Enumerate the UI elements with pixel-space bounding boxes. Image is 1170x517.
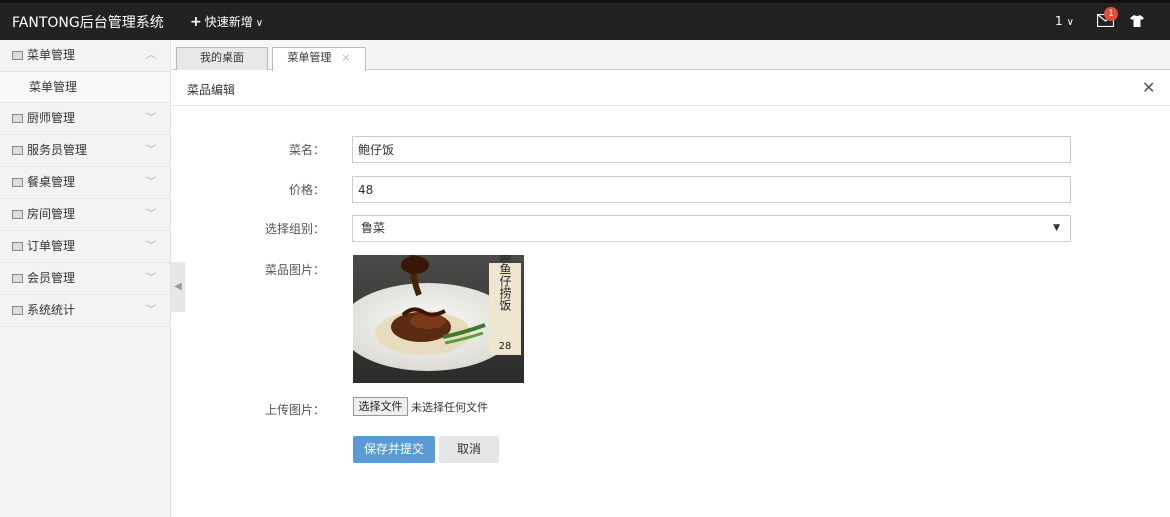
panel-header: 菜品编辑 ✕ <box>172 71 1170 106</box>
sidebar-item-chef[interactable]: 厨师管理 ﹀ <box>0 103 170 135</box>
dish-image: 鲍鱼仔捞饭 28 <box>353 255 524 383</box>
sidebar-item-label: 订单管理 <box>27 239 76 253</box>
sidebar-item-waiter[interactable]: 服务员管理 ﹀ <box>0 135 170 167</box>
chevron-down-icon: ∨ <box>1066 17 1074 28</box>
dish-name-input[interactable] <box>352 136 1071 163</box>
price-label: 价格： <box>288 183 325 197</box>
sidebar-collapse-handle[interactable]: ◀ <box>171 262 185 312</box>
chevron-down-icon: ∨ <box>255 18 264 29</box>
image-title-text: 鲍鱼仔捞饭 <box>498 255 512 312</box>
menu-icon <box>12 274 23 283</box>
dish-name-label: 菜名： <box>288 143 325 157</box>
chevron-down-icon: ﹀ <box>146 113 156 124</box>
choose-file-button[interactable]: 选择文件 <box>353 397 408 416</box>
sidebar-item-label: 系统统计 <box>27 303 76 317</box>
user-label: 1 <box>1055 14 1063 28</box>
top-navbar: FANTONG后台管理系统 + 快速新增 ∨ 1 ∨ 1 <box>0 0 1170 40</box>
dish-image-label: 菜品图片： <box>264 263 325 277</box>
sidebar-item-label: 服务员管理 <box>27 143 88 157</box>
shirt-icon[interactable] <box>1130 15 1144 27</box>
sidebar-item-label: 餐桌管理 <box>27 175 76 189</box>
close-icon[interactable]: × <box>341 51 350 64</box>
notification-badge: 1 <box>1104 7 1118 21</box>
sidebar-item-menu[interactable]: 菜单管理 ︿ <box>0 40 170 72</box>
chevron-up-icon: ︿ <box>146 50 156 61</box>
list-icon <box>12 146 23 155</box>
close-icon[interactable]: ✕ <box>1142 78 1155 97</box>
sidebar-item-order[interactable]: 订单管理 ﹀ <box>0 231 170 263</box>
chevron-down-icon: ﹀ <box>146 273 156 284</box>
sidebar-item-label: 厨师管理 <box>27 111 76 125</box>
chevron-down-icon: ﹀ <box>146 305 156 316</box>
group-label: 选择组别： <box>264 222 325 236</box>
file-status-text: 未选择任何文件 <box>411 401 488 414</box>
dropdown-arrow-icon: ▼ <box>1053 223 1060 233</box>
sidebar: 菜单管理 ︿ 菜单管理 厨师管理 ﹀ 服务员管理 ﹀ 餐桌管理 ﹀ 房间管理 ﹀ 订单管理… <box>0 40 171 517</box>
tab-menu-management[interactable]: 菜单管理 × <box>272 47 366 71</box>
chevron-down-icon: ﹀ <box>146 177 156 188</box>
tab-label: 菜单管理 <box>287 51 332 64</box>
sidebar-item-label: 会员管理 <box>27 271 76 285</box>
menu-icon <box>12 306 23 315</box>
sidebar-item-room[interactable]: 房间管理 ﹀ <box>0 199 170 231</box>
chevron-down-icon: ﹀ <box>146 145 156 156</box>
sidebar-item-label: 房间管理 <box>27 207 76 221</box>
quick-add-label: 快速新增 <box>204 15 253 29</box>
chevron-down-icon: ﹀ <box>146 209 156 220</box>
image-price-text: 28 <box>499 341 512 352</box>
price-input[interactable] <box>352 176 1071 203</box>
save-submit-button[interactable]: 保存并提交 <box>353 436 435 463</box>
menu-icon <box>12 210 23 219</box>
group-select[interactable]: 鲁菜 ▼ <box>352 215 1071 242</box>
menu-icon <box>12 51 23 60</box>
chevron-down-icon: ﹀ <box>146 241 156 252</box>
menu-icon <box>12 178 23 187</box>
app-title[interactable]: FANTONG后台管理系统 <box>12 12 164 32</box>
sidebar-item-table[interactable]: 餐桌管理 ﹀ <box>0 167 170 199</box>
tab-bar: 我的桌面 菜单管理 × <box>172 40 1170 71</box>
quick-add-menu[interactable]: + 快速新增 ∨ <box>190 13 263 30</box>
tab-label: 我的桌面 <box>200 51 244 64</box>
sidebar-item-member[interactable]: 会员管理 ﹀ <box>0 263 170 295</box>
plus-icon: + <box>190 14 202 30</box>
menu-icon <box>12 242 23 251</box>
sidebar-item-stats[interactable]: 系统统计 ﹀ <box>0 295 170 327</box>
panel-title: 菜品编辑 <box>187 83 236 97</box>
cancel-button[interactable]: 取消 <box>439 436 499 463</box>
dish-photo: 鲍鱼仔捞饭 28 <box>353 255 524 383</box>
upload-label: 上传图片： <box>264 403 325 417</box>
user-menu[interactable]: 1 ∨ <box>1055 14 1074 28</box>
sidebar-subitem-menu[interactable]: 菜单管理 <box>0 72 170 103</box>
chevron-left-icon: ◀ <box>174 281 182 292</box>
sidebar-item-label: 菜单管理 <box>27 48 76 62</box>
group-select-value: 鲁菜 <box>361 221 386 235</box>
list-icon <box>12 114 23 123</box>
tab-desktop[interactable]: 我的桌面 <box>176 47 268 70</box>
